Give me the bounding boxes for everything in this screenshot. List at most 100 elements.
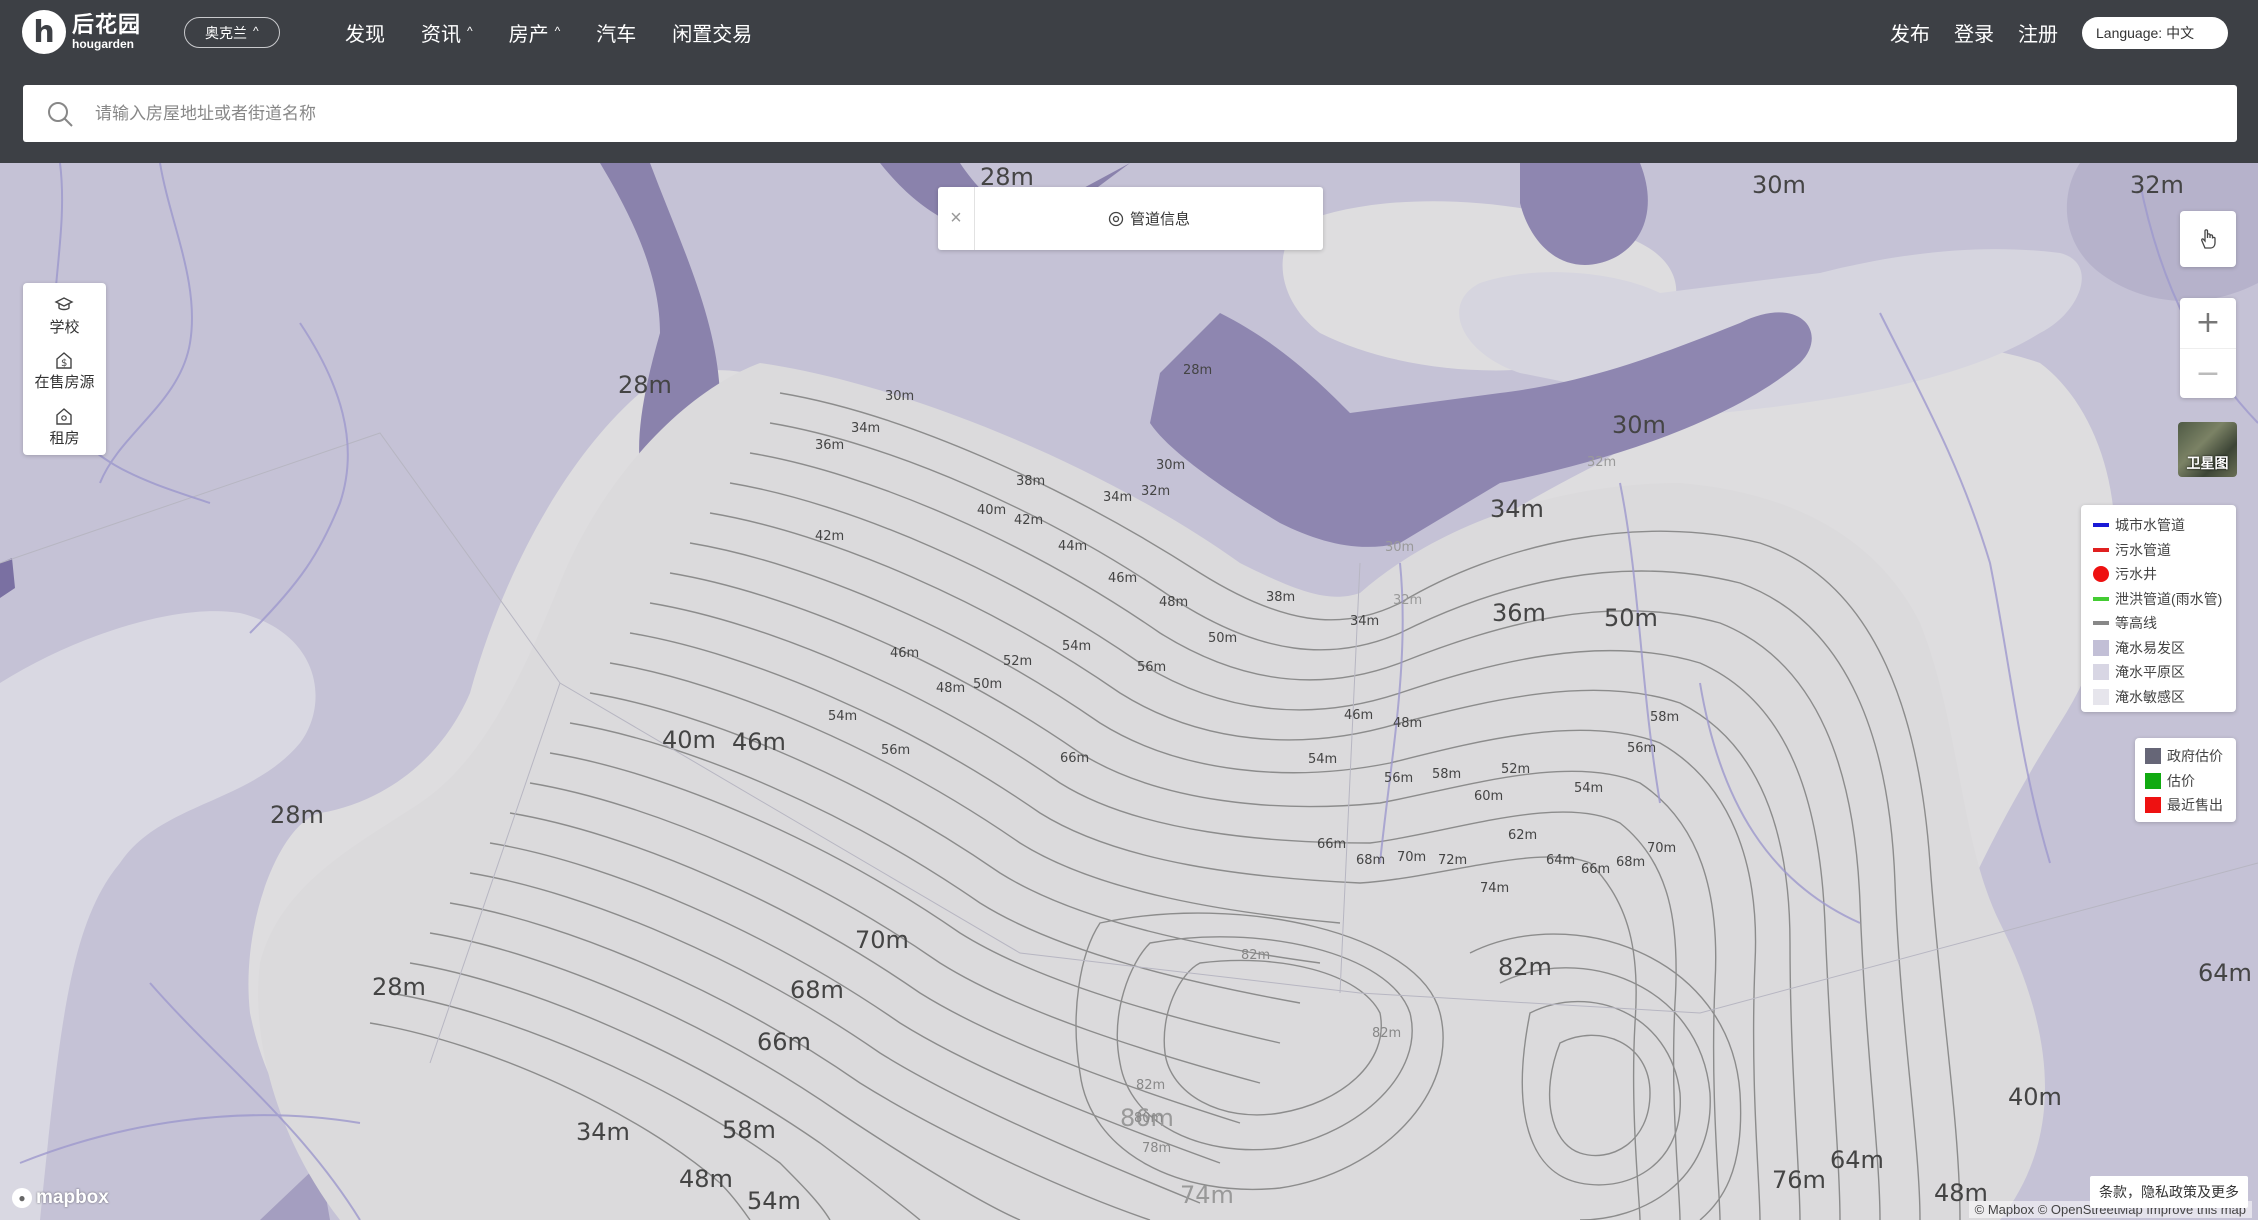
legend-item: 淹水易发区	[2093, 636, 2236, 661]
language-selector[interactable]: Language: 中文	[2082, 16, 2228, 49]
contour-label: 58m	[1432, 767, 1461, 782]
contour-label: 68m	[790, 976, 844, 1004]
contour-label: 54m	[747, 1187, 801, 1215]
search-input[interactable]	[95, 103, 1995, 124]
contour-label: 40m	[662, 726, 716, 754]
legend-item: 等高线	[2093, 611, 2236, 636]
mapbox-logo[interactable]: ● mapbox	[12, 1187, 109, 1209]
contour-label: 56m	[1137, 660, 1166, 675]
pipe-info-label: 管道信息	[1129, 211, 1190, 228]
contour-label: 34m	[1103, 490, 1132, 505]
flood-map[interactable]: 28m 30m 32m 28m 30m 34m 36m 50m 40m 46m …	[0, 163, 2258, 1220]
poi-panel: 学校 $ 在售房源 租房	[23, 283, 106, 455]
contour-label: 70m	[855, 926, 909, 954]
contour-label: 48m	[936, 681, 965, 696]
site-logo[interactable]: h 后花园 hougarden	[22, 10, 141, 54]
legend-swatch	[2093, 523, 2109, 528]
price-legend: 政府估价 估价 最近售出	[2135, 738, 2236, 822]
legend-swatch	[2093, 596, 2109, 601]
contour-label: 50m	[1604, 604, 1658, 632]
contour-label: 42m	[1014, 513, 1043, 528]
legend-swatch	[2145, 797, 2161, 814]
dollar-house-icon: $	[56, 352, 73, 369]
legend-swatch	[2093, 547, 2109, 552]
contour-label: 50m	[973, 677, 1002, 692]
legend-swatch	[2093, 639, 2109, 656]
pipe-info-title[interactable]: 管道信息	[975, 208, 1323, 229]
nav-item-property[interactable]: 房产 ^	[509, 18, 561, 47]
contour-label: 56m	[1384, 771, 1413, 786]
contour-label: 46m	[1108, 571, 1137, 586]
poi-rental[interactable]: 租房	[49, 400, 80, 455]
poi-label: 学校	[49, 319, 80, 337]
contour-label: 58m	[1650, 710, 1679, 725]
contour-label: 42m	[815, 529, 844, 544]
contour-label: 46m	[890, 646, 919, 661]
contour-label: 28m	[372, 973, 426, 1001]
search-box	[23, 85, 2237, 142]
zoom-out-button[interactable]: −	[2180, 347, 2236, 399]
legend-swatch	[2145, 772, 2161, 789]
legend-item: 淹水敏感区	[2093, 685, 2236, 710]
contour-label: 66m	[757, 1028, 811, 1056]
hand-pointer-icon	[2201, 229, 2216, 249]
contour-label: 56m	[881, 743, 910, 758]
contour-label: 74m	[1180, 1181, 1234, 1209]
contour-label: 60m	[1474, 789, 1503, 804]
legend-item: 淹水平原区	[2093, 660, 2236, 685]
satellite-label: 卫星图	[2186, 455, 2229, 471]
poi-school[interactable]: 学校	[49, 289, 80, 344]
satellite-toggle[interactable]: 卫星图	[2178, 422, 2237, 477]
contour-label: 32m	[1141, 484, 1170, 499]
svg-text:$: $	[61, 358, 67, 369]
contour-label: 36m	[1492, 599, 1546, 627]
contour-label: 54m	[1574, 781, 1603, 796]
nav-item-discover[interactable]: 发现	[345, 18, 385, 47]
logo-text-en: hougarden	[72, 37, 134, 51]
contour-label: 28m	[618, 371, 672, 399]
contour-label: 32m	[1393, 593, 1422, 608]
contour-label: 38m	[1266, 590, 1295, 605]
poi-label: 租房	[49, 429, 80, 447]
contour-label: 44m	[1058, 539, 1087, 554]
graduation-cap-icon	[54, 297, 75, 311]
nav-item-news[interactable]: 资讯 ^	[421, 18, 473, 47]
contour-label: 30m	[1752, 171, 1806, 199]
terms-link[interactable]: 条款，隐私政策及更多	[2090, 1176, 2248, 1208]
login-link[interactable]: 登录	[1954, 18, 1994, 47]
map-legend: 城市水管道 污水管道 污水井 泄洪管道(雨水管) 等高线 淹水易发区 淹水平原区…	[2081, 505, 2236, 712]
region-label: 奥克兰	[205, 24, 247, 41]
logo-icon: h	[22, 10, 66, 54]
nav-item-marketplace[interactable]: 闲置交易	[672, 18, 752, 47]
hand-tool-button[interactable]	[2180, 211, 2236, 267]
poi-for-sale[interactable]: $ 在售房源	[34, 344, 95, 399]
mapbox-icon: ●	[12, 1188, 32, 1208]
contour-label: 78m	[1142, 1141, 1171, 1156]
publish-link[interactable]: 发布	[1890, 18, 1930, 47]
contour-label: 28m	[1183, 363, 1212, 378]
contour-label: 66m	[1060, 751, 1089, 766]
nav-item-cars[interactable]: 汽车	[596, 18, 636, 47]
legend-swatch	[2093, 621, 2109, 626]
contour-label: 66m	[1581, 862, 1610, 877]
contour-label: 34m	[576, 1118, 630, 1146]
contour-label: 52m	[1003, 654, 1032, 669]
contour-label: 70m	[1647, 841, 1676, 856]
main-nav: 发现 资讯 ^ 房产 ^ 汽车 闲置交易	[345, 0, 752, 65]
contour-label: 32m	[2130, 171, 2184, 199]
close-icon[interactable]: ×	[938, 187, 975, 250]
legend-item: 最近售出	[2145, 793, 2236, 818]
contour-label: 36m	[815, 438, 844, 453]
zoom-in-button[interactable]: +	[2180, 298, 2236, 348]
user-nav: 发布 登录 注册 Language: 中文	[1890, 0, 2258, 65]
region-selector[interactable]: 奥克兰 ^	[184, 17, 280, 48]
contour-label: 58m	[722, 1116, 776, 1144]
contour-label: 68m	[1616, 855, 1645, 870]
contour-label: 28m	[270, 801, 324, 829]
contour-label: 68m	[1356, 853, 1385, 868]
register-link[interactable]: 注册	[2018, 18, 2058, 47]
contour-label: 66m	[1317, 837, 1346, 852]
contour-label: 34m	[851, 421, 880, 436]
top-nav-bar: h 后花园 hougarden 奥克兰 ^ 发现 资讯 ^ 房产 ^ 汽车 闲置交易…	[0, 0, 2258, 65]
legend-item: 泄洪管道(雨水管)	[2093, 587, 2236, 612]
